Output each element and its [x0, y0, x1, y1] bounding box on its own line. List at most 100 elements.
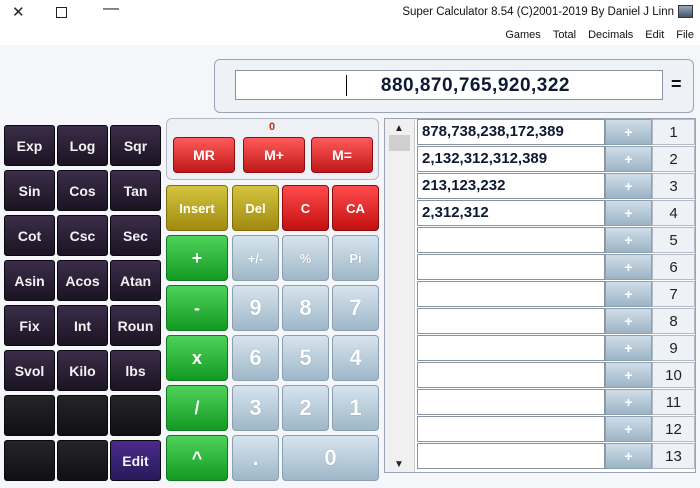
minimize-icon[interactable]: —: [103, 0, 119, 18]
list-row-value[interactable]: 2,132,312,312,389: [417, 146, 605, 172]
menu-decimals[interactable]: Decimals: [588, 29, 633, 45]
plus-button[interactable]: +: [166, 235, 228, 281]
kilo-button[interactable]: Kilo: [57, 350, 108, 391]
lbs-button[interactable]: lbs: [110, 350, 161, 391]
digit-3-button[interactable]: 3: [232, 385, 279, 431]
scroll-up-icon[interactable]: ▲: [394, 123, 404, 134]
list-row-add-button[interactable]: +: [605, 200, 652, 226]
list-row-value[interactable]: 878,738,238,172,389: [417, 119, 605, 145]
round-button[interactable]: Roun: [110, 305, 161, 346]
pi-button[interactable]: Pi: [332, 235, 379, 281]
list-row-add-button[interactable]: +: [605, 119, 652, 145]
blank-button[interactable]: [57, 395, 108, 436]
close-icon[interactable]: ✕: [12, 3, 25, 21]
list-row-number: 11: [652, 389, 695, 415]
list-row-add-button[interactable]: +: [605, 227, 652, 253]
digit-5-button[interactable]: 5: [282, 335, 329, 381]
blank-button[interactable]: [4, 440, 55, 481]
digit-8-button[interactable]: 8: [282, 285, 329, 331]
digit-6-button[interactable]: 6: [232, 335, 279, 381]
power-button[interactable]: ^: [166, 435, 228, 481]
negate-button[interactable]: +/-: [232, 235, 279, 281]
list-row-value[interactable]: [417, 362, 605, 388]
list-row-value[interactable]: [417, 254, 605, 280]
list-row-add-button[interactable]: +: [605, 146, 652, 172]
acos-button[interactable]: Acos: [57, 260, 108, 301]
fix-button[interactable]: Fix: [4, 305, 55, 346]
list-row-add-button[interactable]: +: [605, 335, 652, 361]
window-title: Super Calculator 8.54 (C)2001-2019 By Da…: [402, 6, 674, 18]
insert-button[interactable]: Insert: [166, 185, 228, 231]
memory-recall-button[interactable]: MR: [173, 137, 235, 173]
list-row-value[interactable]: 2,312,312: [417, 200, 605, 226]
int-button[interactable]: Int: [57, 305, 108, 346]
list-row-value[interactable]: [417, 281, 605, 307]
tan-button[interactable]: Tan: [110, 170, 161, 211]
maximize-icon[interactable]: [56, 7, 67, 18]
atan-button[interactable]: Atan: [110, 260, 161, 301]
list-row-value[interactable]: [417, 227, 605, 253]
digit-9-button[interactable]: 9: [232, 285, 279, 331]
list-row-add-button[interactable]: +: [605, 362, 652, 388]
divide-button[interactable]: /: [166, 385, 228, 431]
scroll-down-icon[interactable]: ▼: [394, 459, 404, 470]
list-row-add-button[interactable]: +: [605, 281, 652, 307]
list-row-value[interactable]: [417, 335, 605, 361]
list-row-value[interactable]: [417, 416, 605, 442]
list-row-value[interactable]: [417, 443, 605, 469]
minus-button[interactable]: -: [166, 285, 228, 331]
cos-button[interactable]: Cos: [57, 170, 108, 211]
display-panel: 880,870,765,920,322 =: [214, 59, 694, 113]
delete-button[interactable]: Del: [232, 185, 279, 231]
list-row-value[interactable]: [417, 389, 605, 415]
digit-4-button[interactable]: 4: [332, 335, 379, 381]
menu-total[interactable]: Total: [553, 29, 576, 45]
cot-button[interactable]: Cot: [4, 215, 55, 256]
digit-2-button[interactable]: 2: [282, 385, 329, 431]
list-row-add-button[interactable]: +: [605, 416, 652, 442]
percent-button[interactable]: %: [282, 235, 329, 281]
blank-button[interactable]: [4, 395, 55, 436]
menu-file[interactable]: File: [676, 29, 694, 45]
list-row-add-button[interactable]: +: [605, 389, 652, 415]
sqr-button[interactable]: Sqr: [110, 125, 161, 166]
scroll-thumb[interactable]: [389, 135, 410, 151]
multiply-button[interactable]: x: [166, 335, 228, 381]
log-button[interactable]: Log: [57, 125, 108, 166]
clear-all-button[interactable]: CA: [332, 185, 379, 231]
blank-button[interactable]: [110, 395, 161, 436]
exp-button[interactable]: Exp: [4, 125, 55, 166]
list-row: 2,132,312,312,389 +2: [417, 146, 695, 172]
display-field[interactable]: 880,870,765,920,322: [235, 70, 663, 100]
list-row-add-button[interactable]: +: [605, 308, 652, 334]
menu-edit[interactable]: Edit: [645, 29, 664, 45]
list-row-value[interactable]: [417, 308, 605, 334]
decimal-point-button[interactable]: .: [232, 435, 279, 481]
csc-button[interactable]: Csc: [57, 215, 108, 256]
svol-button[interactable]: Svol: [4, 350, 55, 391]
menu-games[interactable]: Games: [505, 29, 540, 45]
vertical-scrollbar[interactable]: ▲ ▼: [385, 119, 415, 472]
digit-1-button[interactable]: 1: [332, 385, 379, 431]
list-row-number: 5: [652, 227, 695, 253]
list-row-add-button[interactable]: +: [605, 443, 652, 469]
sin-button[interactable]: Sin: [4, 170, 55, 211]
clear-button[interactable]: C: [282, 185, 329, 231]
list-row: +9: [417, 335, 695, 361]
list-row-add-button[interactable]: +: [605, 254, 652, 280]
edit-button[interactable]: Edit: [110, 440, 161, 481]
menu-bar: File Edit Decimals Total Games: [505, 29, 694, 45]
memory-add-button[interactable]: M+: [243, 137, 305, 173]
list-row: +13: [417, 443, 695, 469]
scientific-grid: Exp Log Sqr Sin Cos Tan Cot Csc Sec Asin…: [4, 125, 164, 481]
list-row-value[interactable]: 213,123,232: [417, 173, 605, 199]
asin-button[interactable]: Asin: [4, 260, 55, 301]
digit-7-button[interactable]: 7: [332, 285, 379, 331]
memory-equals-button[interactable]: M=: [311, 137, 373, 173]
sec-button[interactable]: Sec: [110, 215, 161, 256]
digit-0-button[interactable]: 0: [282, 435, 379, 481]
list-row-add-button[interactable]: +: [605, 173, 652, 199]
list-row-number: 9: [652, 335, 695, 361]
blank-button[interactable]: [57, 440, 108, 481]
list-row: +6: [417, 254, 695, 280]
